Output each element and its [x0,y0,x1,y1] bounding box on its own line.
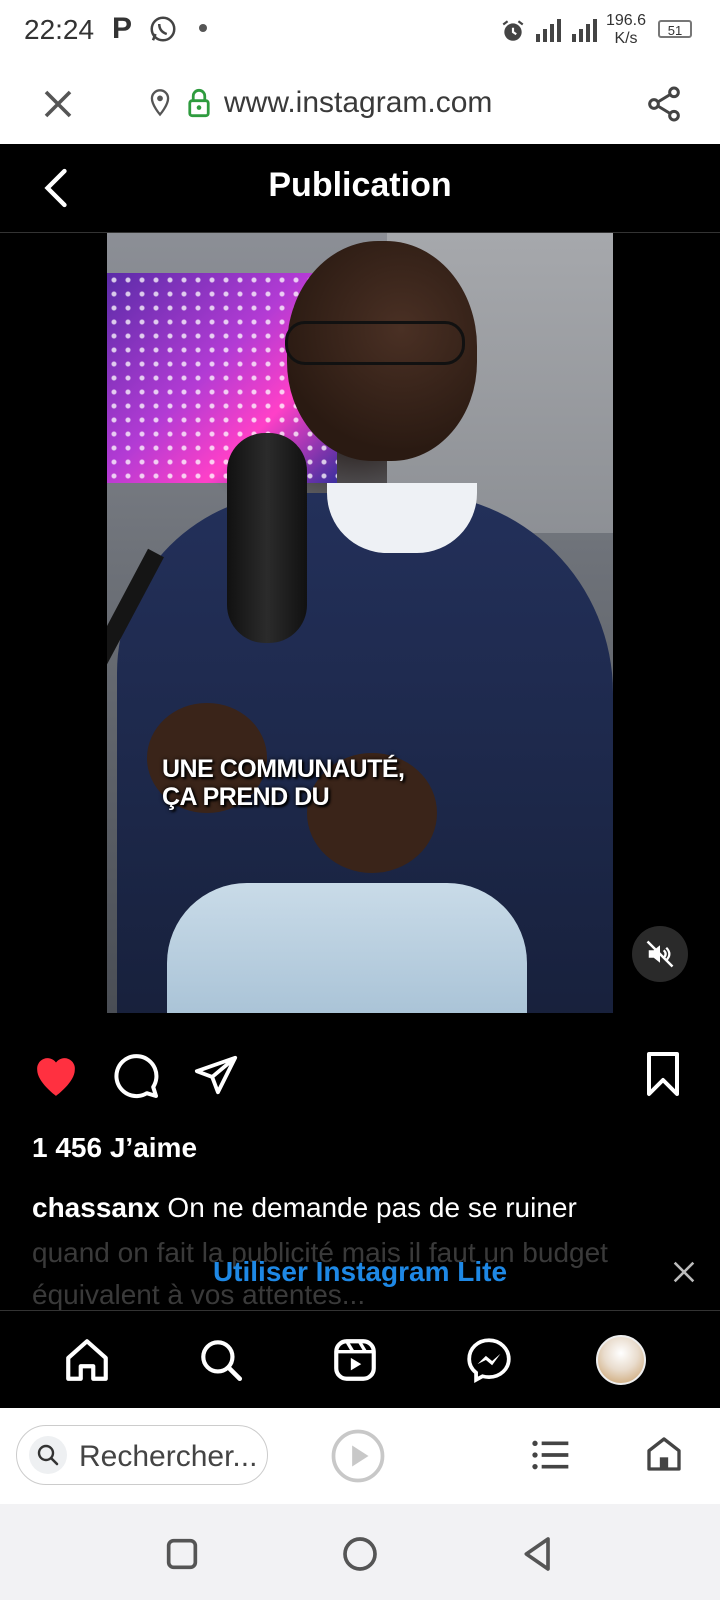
play-icon[interactable] [330,1428,386,1484]
search-icon [29,1436,67,1474]
status-bar: 22:24 P 196.6 K/s 51 [0,0,720,64]
url-text[interactable]: www.instagram.com [224,86,492,120]
signal-icon [536,19,561,42]
likes-count[interactable]: 1 456 J’aime [32,1132,197,1164]
person-pants [167,883,527,1013]
lock-icon[interactable] [186,88,212,118]
video-subtitle: UNE COMMUNAUTÉ, ÇA PREND DU [162,755,405,811]
battery-icon: 51 [658,20,692,38]
page-title: Publication [268,166,452,204]
url-bar: www.instagram.com [0,64,720,145]
muted-speaker-icon [646,940,674,968]
search-placeholder: Rechercher... [79,1440,258,1473]
whatsapp-icon [150,16,176,42]
browser-search-field[interactable]: Rechercher... [16,1425,268,1485]
microphone [227,433,307,643]
messenger-icon[interactable] [464,1335,514,1385]
system-nav-bar [0,1504,720,1600]
profile-avatar[interactable] [596,1335,646,1385]
post-caption: chassanx On ne demande pas de se ruiner [32,1192,692,1224]
share-icon[interactable] [644,84,684,124]
heart-icon[interactable] [30,1052,82,1098]
location-pin-icon[interactable] [148,88,172,118]
glasses [285,321,465,365]
alarm-icon [502,20,524,41]
browser-home-icon[interactable] [644,1434,684,1474]
browser-bottom-bar: Rechercher... [0,1408,720,1504]
back-triangle-icon[interactable] [518,1534,558,1574]
home-circle-icon[interactable] [340,1534,380,1574]
speed-value: 196.6 [605,12,647,29]
caption-text: On ne demande pas de se ruiner [159,1192,577,1223]
recents-icon[interactable] [162,1534,202,1574]
search-icon[interactable] [196,1335,246,1385]
back-arrow-icon[interactable] [38,166,74,210]
signal-icon [572,19,597,42]
use-instagram-lite-link[interactable]: Utiliser Instagram Lite [0,1256,720,1288]
menu-list-icon[interactable] [530,1438,570,1472]
home-icon[interactable] [62,1335,112,1385]
close-banner-icon[interactable] [670,1258,698,1286]
notification-dot [199,24,207,32]
close-icon[interactable] [40,86,76,122]
status-time: 22:24 [24,14,95,45]
speed-unit: K/s [614,30,638,47]
comment-icon[interactable] [112,1052,160,1100]
network-speed: 196.6 K/s [602,12,650,48]
caption-username[interactable]: chassanx [32,1192,160,1223]
post-video[interactable]: UNE COMMUNAUTÉ, ÇA PREND DU [107,233,613,1013]
bookmark-icon[interactable] [642,1050,684,1098]
send-icon[interactable] [192,1052,240,1098]
instagram-lite-banner: Utiliser Instagram Lite [0,1238,720,1310]
post-header: Publication [0,144,720,233]
mute-button[interactable] [632,926,688,982]
reels-icon[interactable] [330,1335,380,1385]
p-icon: P [112,12,133,45]
instagram-bottom-nav [0,1310,720,1409]
